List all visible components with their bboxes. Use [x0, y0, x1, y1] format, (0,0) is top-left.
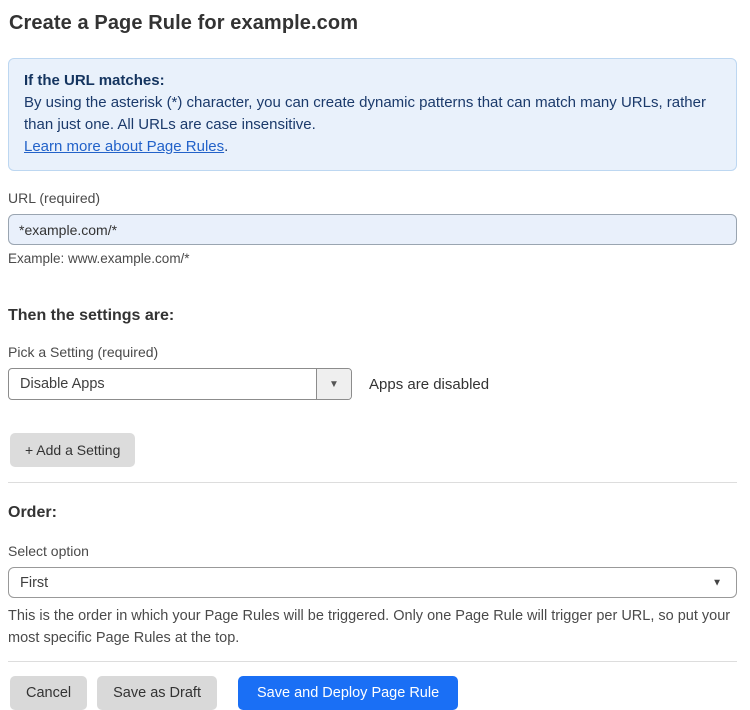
chevron-down-icon: ▼ — [329, 378, 339, 390]
chevron-down-icon: ▼ — [712, 577, 722, 588]
page-title: Create a Page Rule for example.com — [9, 12, 359, 34]
footer-button-row: Cancel Save as Draft Save and Deploy Pag… — [10, 676, 737, 710]
order-select-value: First — [20, 574, 49, 591]
setting-status-text: Apps are disabled — [369, 375, 490, 393]
order-section-heading: Order: — [8, 504, 57, 521]
order-helper-text: This is the order in which your Page Rul… — [8, 608, 731, 646]
pick-setting-label: Pick a Setting (required) — [8, 344, 159, 360]
info-box-body: By using the asterisk (*) character, you… — [24, 94, 706, 133]
link-suffix: . — [224, 138, 229, 155]
footer-divider — [8, 661, 737, 662]
learn-more-link[interactable]: Learn more about Page Rules — [24, 138, 224, 155]
cancel-button[interactable]: Cancel — [10, 676, 88, 710]
order-select-label: Select option — [8, 543, 89, 559]
save-and-deploy-button[interactable]: Save and Deploy Page Rule — [237, 676, 459, 710]
url-field-label: URL (required) — [8, 190, 101, 206]
settings-section-heading: Then the settings are: — [8, 307, 175, 324]
url-match-info-box: If the URL matches: By using the asteris… — [8, 58, 737, 171]
page-rule-form: Create a Page Rule for example.com If th… — [0, 0, 750, 710]
save-as-draft-button[interactable]: Save as Draft — [97, 676, 217, 710]
section-divider — [8, 482, 737, 483]
order-select[interactable]: First ▼ — [8, 567, 737, 598]
setting-dropdown-button[interactable]: ▼ — [316, 369, 351, 399]
setting-row: Disable Apps ▼ Apps are disabled — [8, 368, 737, 400]
setting-dropdown-value: Disable Apps — [20, 376, 105, 392]
info-box-heading: If the URL matches: — [24, 72, 165, 89]
setting-dropdown[interactable]: Disable Apps ▼ — [8, 368, 352, 400]
url-input[interactable] — [8, 214, 737, 245]
info-box-link-line: Learn more about Page Rules. — [24, 136, 721, 158]
url-example-helper: Example: www.example.com/* — [8, 251, 190, 266]
add-setting-button[interactable]: + Add a Setting — [10, 433, 136, 467]
